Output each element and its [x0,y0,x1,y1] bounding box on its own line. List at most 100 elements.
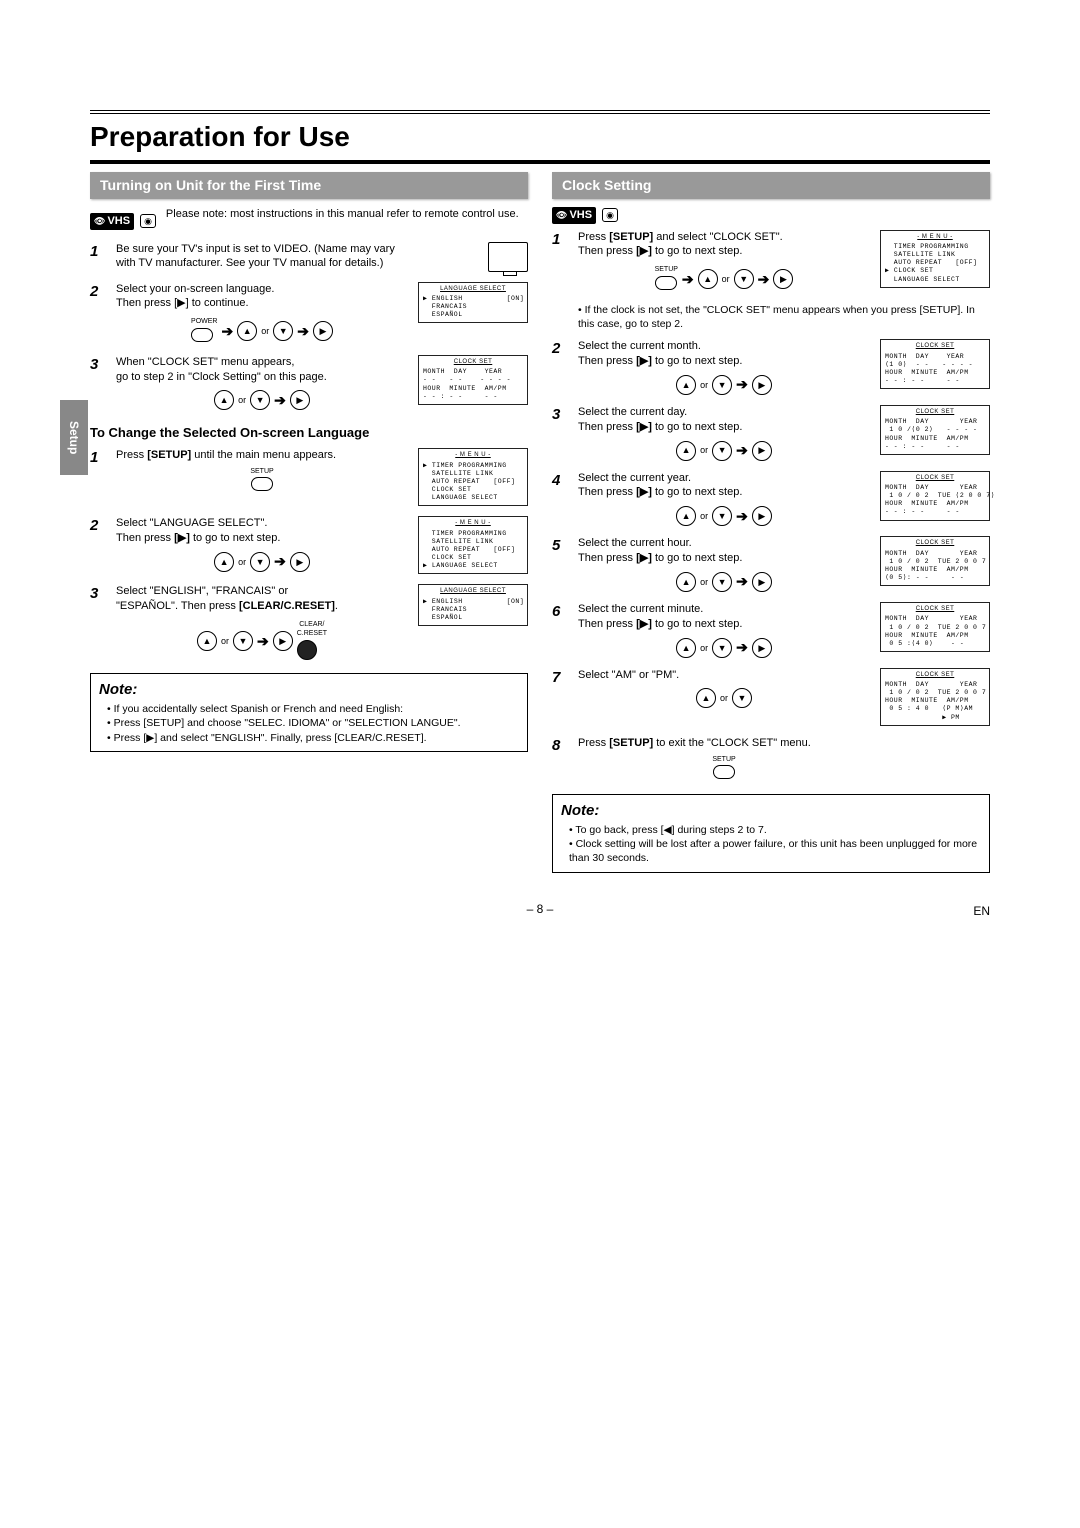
osd-screen: CLOCK SETMONTH DAY YEAR 1 0 / 0 2 TUE ⟨2… [880,471,990,521]
step-row: 6Select the current minute.Then press [▶… [552,602,990,658]
osd-screen: - M E N U - TIMER PROGRAMMING SATELLITE … [880,230,990,288]
down-button-icon: ▼ [734,269,754,289]
note-line: To go back, press [◀] during steps 2 to … [569,823,981,837]
step-number: 4 [552,471,568,491]
up-button-icon: ▲ [197,631,217,651]
step-text: Select the current day.Then press [▶] to… [578,405,870,461]
step-row: 2Select the current month.Then press [▶]… [552,339,990,395]
setup-button-icon [713,765,735,779]
right-column: Clock Setting VHS ◉ 1 Press [SETUP] and s… [552,172,990,873]
button-row: ▲ or ▼➔▶ [578,441,870,461]
button-row: ▲ or ▼➔▶ [578,375,870,395]
step-number: 2 [90,516,106,536]
vhs-badge: VHS [552,207,596,224]
step-row: 1 Be sure your TV's input is set to VIDEO… [90,242,528,272]
up-button-icon: ▲ [214,390,234,410]
step-number: 2 [90,282,106,302]
subsection-change-language: To Change the Selected On-screen Languag… [90,424,528,442]
note-box-left: Note: If you accidentally select Spanish… [90,673,528,752]
osd-screen: CLOCK SETMONTH DAY YEAR 1 0 / 0 2 TUE 2 … [880,668,990,726]
down-button-icon: ▼ [712,572,732,592]
step-row: 1 Press [SETUP] until the main menu appea… [90,448,528,506]
step-post-note: • If the clock is not set, the "CLOCK SE… [578,303,990,331]
osd-screen: CLOCK SETMONTH DAY YEAR 1 0 / 0 2 TUE 2 … [880,602,990,652]
button-row: ▲ or ▼➔▶CLEAR/C.RESET [116,620,408,663]
step-number: 1 [90,448,106,468]
up-button-icon: ▲ [698,269,718,289]
setup-button-icon [655,276,677,290]
step-text: When "CLOCK SET" menu appears,go to step… [116,355,408,411]
note-line: If you accidentally select Spanish or Fr… [107,702,519,716]
note-line: Press [SETUP] and choose "SELEC. IDIOMA"… [107,716,519,730]
step-text: Select the current minute.Then press [▶]… [578,602,870,658]
step-text: Press [SETUP] and select "CLOCK SET".The… [578,230,870,293]
right-button-icon: ▶ [752,375,772,395]
step-text: Press [SETUP] to exit the "CLOCK SET" me… [578,736,870,784]
down-button-icon: ▼ [712,441,732,461]
step-number: 3 [90,584,106,604]
section-clock-setting: Clock Setting [552,172,990,199]
right-button-icon: ▶ [752,572,772,592]
right-button-icon: ▶ [752,441,772,461]
right-button-icon: ▶ [752,506,772,526]
note-line: Clock setting will be lost after a power… [569,837,981,865]
osd-screen: - M E N U - TIMER PROGRAMMING SATELLITE … [418,516,528,574]
up-button-icon: ▲ [676,441,696,461]
right-button-icon: ▶ [752,638,772,658]
clear-reset-button-icon [297,640,317,660]
osd-screen: CLOCK SETMONTH DAY YEAR 1 0 / 0 2 TUE 2 … [880,536,990,586]
up-button-icon: ▲ [676,638,696,658]
step-text: Select "AM" or "PM".▲ or ▼ [578,668,870,709]
down-button-icon: ▼ [250,390,270,410]
intro-note: Please note: most instructions in this m… [166,207,528,222]
dvd-badge: ◉ [140,214,156,228]
down-button-icon: ▼ [233,631,253,651]
button-row: ▲ or ▼➔▶ [116,390,408,410]
right-button-icon: ▶ [290,552,310,572]
right-button-icon: ▶ [773,269,793,289]
button-row: ▲ or ▼➔▶ [116,552,408,572]
dvd-badge: ◉ [602,208,618,222]
power-button-icon [191,328,213,342]
up-button-icon: ▲ [696,688,716,708]
down-button-icon: ▼ [250,552,270,572]
sidebar-setup-tab: Setup [60,400,88,475]
step-text: Press [SETUP] until the main menu appear… [116,448,408,496]
osd-screen: CLOCK SETMONTH DAY YEAR⟨1 0⟩ - - - - - -… [880,339,990,389]
up-button-icon: ▲ [214,552,234,572]
up-button-icon: ▲ [237,321,257,341]
right-button-icon: ▶ [313,321,333,341]
tv-icon [488,242,528,272]
up-button-icon: ▲ [676,375,696,395]
note-line: Press [▶] and select "ENGLISH". Finally,… [107,731,519,745]
step-number: 3 [90,355,106,375]
step-row: 8 Press [SETUP] to exit the "CLOCK SET" m… [552,736,990,784]
setup-button-icon [251,477,273,491]
step-text: Select the current year.Then press [▶] t… [578,471,870,527]
step-text: Select the current hour.Then press [▶] t… [578,536,870,592]
osd-screen: LANGUAGE SELECT▶ ENGLISH [ON] FRANCAIS E… [418,282,528,324]
step-text: Select the current month.Then press [▶] … [578,339,870,395]
step-text: Be sure your TV's input is set to VIDEO.… [116,242,408,272]
button-row: ▲ or ▼➔▶ [578,572,870,592]
step-row: 5Select the current hour.Then press [▶] … [552,536,990,592]
step-row: 3Select the current day.Then press [▶] t… [552,405,990,461]
step-number: 1 [552,230,568,250]
step-text: Select "ENGLISH", "FRANCAIS" or"ESPAÑOL"… [116,584,408,663]
down-button-icon: ▼ [712,506,732,526]
step-row: 4 Select the current year.Then press [▶] … [552,471,990,527]
step-row: 2 Select "LANGUAGE SELECT".Then press [▶]… [90,516,528,574]
down-button-icon: ▼ [732,688,752,708]
note-box-right: Note: To go back, press [◀] during steps… [552,794,990,873]
right-button-icon: ▶ [273,631,293,651]
up-button-icon: ▲ [676,506,696,526]
down-button-icon: ▼ [273,321,293,341]
button-row: ▲ or ▼➔▶ [578,638,870,658]
down-button-icon: ▼ [712,638,732,658]
page-title: Preparation for Use [90,110,990,164]
step-number: 1 [90,242,106,262]
section-turning-on: Turning on Unit for the First Time [90,172,528,199]
osd-screen: CLOCK SETMONTH DAY YEAR- - - - - - - -HO… [418,355,528,405]
step-number: 8 [552,736,568,756]
step-text: Select "LANGUAGE SELECT".Then press [▶] … [116,516,408,572]
